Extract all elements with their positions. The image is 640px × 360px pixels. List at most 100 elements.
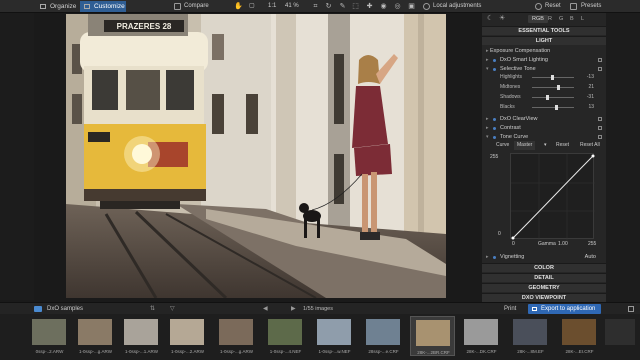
slider-blacks[interactable]: Blacks 13 <box>500 103 602 112</box>
reset-button[interactable]: Reset <box>545 2 561 11</box>
enabled-icon[interactable] <box>493 135 496 139</box>
slider-knob[interactable] <box>555 105 558 110</box>
split-view-icon[interactable]: ▣ <box>408 3 415 10</box>
rotate-icon[interactable]: ↻ <box>325 3 332 10</box>
curve-bottom-left-value[interactable]: 0 <box>498 231 501 237</box>
slider-value[interactable]: 13 <box>588 103 594 112</box>
thumbnail[interactable] <box>600 316 640 356</box>
zoom-1-1-button[interactable]: 1:1 <box>268 2 276 11</box>
chevron-left-icon[interactable]: ◀ <box>263 306 268 312</box>
lock-icon[interactable] <box>628 306 634 312</box>
tool-exposure-compensation[interactable]: ▸ Exposure Compensation <box>486 47 604 55</box>
gamma-value[interactable]: 1.00 <box>558 240 568 249</box>
tool-options-icon[interactable] <box>598 117 602 121</box>
tool-label: DxO Smart Lighting <box>500 57 548 63</box>
slider-highlights[interactable]: Highlights -13 <box>500 73 602 82</box>
tone-curve-graph[interactable] <box>510 153 595 240</box>
export-button[interactable]: Export to application <box>528 304 602 314</box>
chevron-down-icon[interactable]: ▾ <box>544 141 547 150</box>
curve-reset-button[interactable]: Reset <box>556 141 569 150</box>
local-adjustments-icon <box>423 3 430 10</box>
presets-button[interactable]: Presets <box>581 2 601 11</box>
curve-output-high[interactable]: 255 <box>588 240 596 249</box>
thumbnail-image <box>124 319 158 345</box>
thumbnail[interactable]: 28K-...EI.CRF <box>557 316 602 356</box>
local-adjustments-button[interactable]: Local adjustments <box>433 2 481 11</box>
horizon-icon[interactable]: ⬚ <box>352 3 359 10</box>
tool-options-icon[interactable] <box>598 135 602 139</box>
sun-icon[interactable]: ☀ <box>499 15 505 23</box>
curve-top-value[interactable]: 255 <box>490 154 498 160</box>
tool-options-icon[interactable] <box>598 58 602 62</box>
tool-contrast[interactable]: ▸ Contrast <box>486 124 604 132</box>
section-essential-tools[interactable]: ESSENTIAL TOOLS <box>482 26 606 35</box>
channel-tab-g[interactable]: G <box>559 15 563 23</box>
thumbnail-selected[interactable]: 28K-...2BR.CRF <box>410 316 455 356</box>
thumbnail[interactable]: 28K-...8M.EF <box>508 316 553 356</box>
thumbnail[interactable]: 1-0ssp-...4.NEF <box>263 316 308 356</box>
thumbnail[interactable]: 1-0ssp-...2.ARW <box>165 316 210 356</box>
enabled-icon[interactable] <box>493 117 496 121</box>
slider-value[interactable]: 21 <box>588 83 594 92</box>
filter-icon[interactable]: ▽ <box>170 306 175 312</box>
redeye-icon[interactable]: ◉ <box>380 3 387 10</box>
channel-tab-b[interactable]: B <box>570 15 574 23</box>
curve-reset-all-button[interactable]: Reset All <box>580 141 600 150</box>
tool-tone-curve[interactable]: ▾ Tone Curve <box>486 133 604 141</box>
enabled-icon[interactable] <box>493 255 496 259</box>
enabled-icon[interactable] <box>493 58 496 62</box>
thumbnail[interactable]: 28ssp-...e.CRF <box>361 316 406 356</box>
enabled-icon[interactable] <box>493 67 496 71</box>
tool-options-icon[interactable] <box>598 126 602 130</box>
slider-value[interactable]: -13 <box>587 73 594 82</box>
section-viewpoint[interactable]: DXO VIEWPOINT <box>482 293 606 302</box>
tab-organize[interactable]: Organize <box>36 1 81 12</box>
slider-track[interactable] <box>532 107 574 108</box>
hand-icon[interactable]: ✋ <box>234 3 243 10</box>
channel-tab-r[interactable]: R <box>548 15 552 23</box>
channel-tab-l[interactable]: L <box>581 15 584 23</box>
slider-knob[interactable] <box>557 85 560 90</box>
tab-customize[interactable]: Customize <box>80 1 126 12</box>
slider-value[interactable]: -31 <box>587 93 594 102</box>
thumbnail[interactable]: 1-0ssp-...1.ARW <box>119 316 164 356</box>
section-detail[interactable]: DETAIL <box>482 273 606 282</box>
thumbnail[interactable]: 28K-...DK.CRF <box>459 316 504 356</box>
thumbnail[interactable]: 1-0ssp-...g.ARW <box>73 316 118 356</box>
crop-icon[interactable]: ⌗ <box>312 3 319 10</box>
zoom-level[interactable]: 41 % <box>285 2 299 11</box>
eye-icon[interactable]: ◎ <box>394 3 401 10</box>
curve-point[interactable] <box>591 154 595 158</box>
channel-tab-rgb[interactable]: RGB <box>528 15 548 23</box>
tool-smart-lighting[interactable]: ▸ DxO Smart Lighting <box>486 56 604 64</box>
slider-knob[interactable] <box>551 75 554 80</box>
tool-selective-tone[interactable]: ▾ Selective Tone <box>486 65 604 73</box>
curve-channel-select[interactable]: Master <box>514 141 536 150</box>
enabled-icon[interactable] <box>493 126 496 130</box>
slider-midtones[interactable]: Midtones 21 <box>500 83 602 92</box>
picker-icon[interactable]: ✎ <box>339 3 346 10</box>
chevron-right-icon[interactable]: ▶ <box>291 306 296 312</box>
slider-track[interactable] <box>532 97 574 98</box>
tool-options-icon[interactable] <box>598 67 602 71</box>
section-light[interactable]: LIGHT <box>482 36 606 45</box>
slider-track[interactable] <box>532 87 574 88</box>
section-color[interactable]: COLOR <box>482 263 606 272</box>
compare-button[interactable]: Compare <box>184 2 209 11</box>
curve-output-low[interactable]: 0 <box>512 240 515 249</box>
thumbnail[interactable]: 1-0ssp-...w.NEF <box>312 316 357 356</box>
slider-knob[interactable] <box>546 95 549 100</box>
curve-line[interactable] <box>512 155 594 239</box>
section-geometry[interactable]: GEOMETRY <box>482 283 606 292</box>
tool-vignetting[interactable]: ▸ Vignetting Auto <box>486 253 604 261</box>
photo-viewer[interactable]: PRAZERES 28 <box>66 14 446 298</box>
moon-icon[interactable]: ☾ <box>487 15 493 23</box>
slider-shadows[interactable]: Shadows -31 <box>500 93 602 102</box>
thumbnail[interactable]: 1-0ssp-...g.ARW <box>214 316 259 356</box>
compare-icon[interactable] <box>174 3 181 10</box>
thumbnail[interactable]: 0ssp-..2.ARW <box>27 316 72 356</box>
zoom-fit-button[interactable]: ▢ <box>249 2 255 11</box>
tool-clearview[interactable]: ▸ DxO ClearView <box>486 115 604 123</box>
repair-icon[interactable]: ✚ <box>366 3 373 10</box>
sort-icon[interactable]: ⇅ <box>150 306 155 312</box>
